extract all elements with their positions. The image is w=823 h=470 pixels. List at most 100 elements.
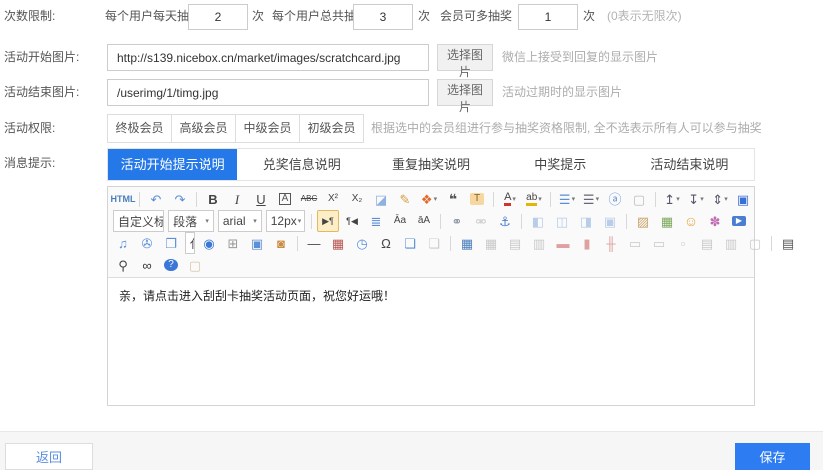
merge-cells-icon[interactable]: ▫	[672, 232, 694, 254]
page-break-icon[interactable]: ▢	[744, 232, 766, 254]
editor-content[interactable]: 亲，请点击进入刮刮卡抽奖活动页面，祝您好运哦！	[108, 278, 754, 405]
toolbar-separator	[311, 214, 312, 229]
strikethrough-icon[interactable]: ABC	[298, 188, 320, 210]
ordered-list-icon[interactable]: ☰▾	[556, 188, 578, 210]
paste-text-icon[interactable]: T	[466, 188, 488, 210]
unlink-icon[interactable]: ⚮	[470, 210, 492, 232]
member-extra-draw-input[interactable]	[518, 4, 578, 30]
more-color-icon[interactable]: ❖▾	[418, 188, 440, 210]
snapshot-icon[interactable]: ⊞	[222, 232, 244, 254]
image-float-right-icon[interactable]: ◨	[575, 210, 597, 232]
bold-icon[interactable]: B	[202, 188, 224, 210]
anchor-icon[interactable]: ⚓	[494, 210, 516, 232]
split-cell-icon[interactable]: ╫	[600, 232, 622, 254]
member-option-junior[interactable]: 初级会员	[300, 115, 363, 142]
code-language-select[interactable]: 代码语言▾	[185, 232, 195, 254]
help-icon[interactable]: ?	[160, 254, 182, 276]
tab-activity-end[interactable]: 活动结束说明	[625, 149, 754, 180]
member-option-ultimate[interactable]: 终极会员	[108, 115, 172, 142]
paragraph-after-space-icon[interactable]: ↧▾	[685, 188, 707, 210]
save-button[interactable]: 保存	[735, 443, 810, 470]
italic-icon[interactable]: I	[226, 188, 248, 210]
video-icon[interactable]: ▶	[728, 210, 750, 232]
average-rows-icon[interactable]: ▤	[696, 232, 718, 254]
back-button[interactable]: 返回	[5, 443, 93, 470]
map-icon[interactable]: ❏	[399, 232, 421, 254]
image-float-left-icon[interactable]: ◧	[527, 210, 549, 232]
indent-icon[interactable]: ≣	[365, 210, 387, 232]
attachment-icon[interactable]: ✇	[136, 232, 158, 254]
time-icon[interactable]: ◷	[351, 232, 373, 254]
tab-repeat-draw[interactable]: 重复抽奖说明	[366, 149, 495, 180]
insert-code-icon[interactable]: ◉	[198, 232, 220, 254]
table-title-icon[interactable]: ▤	[504, 232, 526, 254]
date-icon[interactable]: ▦	[327, 232, 349, 254]
underline-icon[interactable]: U	[250, 188, 272, 210]
to-lowercase-icon[interactable]: āA	[413, 210, 435, 232]
special-char-icon[interactable]: Ω	[375, 232, 397, 254]
font-family-select[interactable]: arial▾	[218, 210, 262, 232]
scrawl-icon[interactable]: ✽	[704, 210, 726, 232]
image-manager-icon[interactable]: ▦	[656, 210, 678, 232]
delete-col-icon[interactable]: ▮	[576, 232, 598, 254]
paragraph-format-select[interactable]: 段落▾	[168, 210, 214, 232]
undo-icon[interactable]: ↶	[145, 188, 167, 210]
fullscreen-icon[interactable]: ▣	[732, 188, 754, 210]
font-size-select[interactable]: 12px▾	[266, 210, 305, 232]
redo-icon[interactable]: ↷	[169, 188, 191, 210]
total-draw-input[interactable]	[353, 4, 413, 30]
start-image-input[interactable]	[107, 44, 429, 71]
delete-row-icon[interactable]: ▬	[552, 232, 574, 254]
font-border-icon[interactable]: A	[274, 188, 296, 210]
format-painter-icon[interactable]: ✎	[394, 188, 416, 210]
horizontal-rule-icon[interactable]: —	[303, 232, 325, 254]
unordered-list-icon[interactable]: ☰▾	[580, 188, 602, 210]
merge-right-icon[interactable]: ▭	[624, 232, 646, 254]
superscript-icon[interactable]: X²	[322, 188, 344, 210]
end-image-pick-button[interactable]: 选择图片	[437, 79, 493, 106]
daily-draw-input[interactable]	[188, 4, 248, 30]
source-code-icon[interactable]: HTML	[112, 188, 134, 210]
preview-icon[interactable]: ⚲	[112, 254, 134, 276]
link-icon[interactable]: ⚭	[446, 210, 468, 232]
start-image-pick-button[interactable]: 选择图片	[437, 44, 493, 71]
tab-activity-start-tip[interactable]: 活动开始提示说明	[108, 149, 237, 180]
insert-page-icon[interactable]: ❐	[160, 232, 182, 254]
insert-table-icon[interactable]: ▦	[456, 232, 478, 254]
insert-image-icon[interactable]: ▨	[632, 210, 654, 232]
permission-label: 活动权限:	[4, 114, 55, 143]
end-image-input[interactable]	[107, 79, 429, 106]
insert-frame-icon[interactable]: ▣	[246, 232, 268, 254]
ltr-icon[interactable]: ▶¶	[317, 210, 339, 232]
merge-down-icon[interactable]: ▭	[648, 232, 670, 254]
eraser-icon[interactable]: ◪	[370, 188, 392, 210]
find-replace-icon[interactable]: ∞	[136, 254, 158, 276]
print-icon[interactable]: ▤	[777, 232, 799, 254]
music-icon[interactable]: ♫	[112, 232, 134, 254]
emoji-icon[interactable]: ☺	[680, 210, 702, 232]
image-float-center-icon[interactable]: ◫	[551, 210, 573, 232]
delete-table-icon[interactable]: ▦	[480, 232, 502, 254]
average-cols-icon[interactable]: ▥	[720, 232, 742, 254]
table-header-icon[interactable]: ▥	[528, 232, 550, 254]
to-uppercase-icon[interactable]: Āa	[389, 210, 411, 232]
custom-title-select[interactable]: 自定义标题▾	[113, 210, 164, 232]
rtl-icon[interactable]: ¶◀	[341, 210, 363, 232]
tab-win-tip[interactable]: 中奖提示	[496, 149, 625, 180]
highlight-color-icon[interactable]: ab▾	[523, 188, 545, 210]
image-float-none-icon[interactable]: ▣	[599, 210, 621, 232]
tab-redeem-info[interactable]: 兑奖信息说明	[237, 149, 366, 180]
member-group: 终极会员 高级会员 中级会员 初级会员	[107, 114, 364, 143]
member-option-middle[interactable]: 中级会员	[236, 115, 300, 142]
static-map-icon[interactable]: ❏	[423, 232, 445, 254]
font-color-icon[interactable]: A▾	[499, 188, 521, 210]
member-option-senior[interactable]: 高级会员	[172, 115, 236, 142]
paragraph-before-space-icon[interactable]: ↥▾	[661, 188, 683, 210]
line-height-icon[interactable]: ⇕▾	[709, 188, 731, 210]
clear-doc-icon[interactable]: ▢	[628, 188, 650, 210]
subscript-icon[interactable]: X₂	[346, 188, 368, 210]
drafts-icon[interactable]: ▢	[184, 254, 206, 276]
screen-capture-icon[interactable]: ◙	[270, 232, 292, 254]
anchor-mark-icon[interactable]: ⓐ	[604, 188, 626, 210]
blockquote-icon[interactable]: ❝	[442, 188, 464, 210]
